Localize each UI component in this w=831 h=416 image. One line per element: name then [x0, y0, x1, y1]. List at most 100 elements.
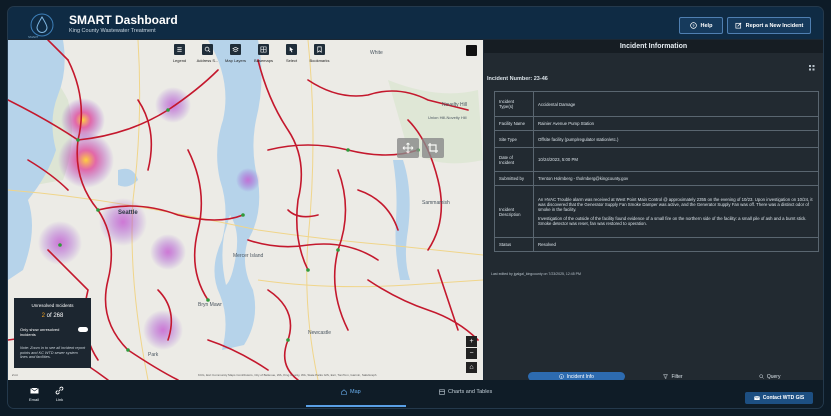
- incident-number: Incident Number: 23-46: [487, 76, 548, 82]
- table-row: Facility Name Rainier Avenue Pump Statio…: [494, 116, 819, 131]
- email-label: Email: [29, 397, 40, 402]
- legend-tool[interactable]: Legend: [167, 44, 192, 70]
- select-tool-label: Select: [285, 58, 298, 63]
- table-row: Status Resolved: [494, 237, 819, 252]
- tab-charts-and-tables[interactable]: Charts and Tables: [439, 389, 492, 395]
- table-row: Incident Type(s) Accidental Damage: [494, 91, 819, 117]
- row-key: Incident Description: [494, 185, 534, 238]
- row-key: Facility Name: [494, 116, 534, 131]
- email-button[interactable]: Email: [29, 386, 39, 402]
- help-icon: ?: [689, 22, 697, 29]
- last-edited-text: Last edited by jgalgal_kingcounty on 7/2…: [491, 272, 581, 276]
- home-icon[interactable]: ⌂: [466, 362, 477, 373]
- row-value: Resolved: [533, 237, 819, 252]
- zoom-in-icon[interactable]: +: [466, 336, 477, 347]
- row-value: Offsite facility (pump/regulator station…: [533, 130, 819, 148]
- table-row: Submitted by Trenton Holmberg - tholmber…: [494, 171, 819, 186]
- map-view[interactable]: Legend Address S... Map Layers Basemaps …: [8, 40, 483, 380]
- tab-charts-label: Charts and Tables: [448, 389, 493, 395]
- row-value: Rainier Avenue Pump Station: [533, 116, 819, 131]
- report-incident-button[interactable]: Report a New Incident: [727, 17, 811, 34]
- help-label: Help: [700, 22, 713, 29]
- row-value: An HVAC Trouble alarm was received at We…: [533, 185, 819, 238]
- basemaps-tool-label: Basemaps: [254, 58, 273, 63]
- active-tab-indicator: [306, 405, 406, 407]
- contact-wtd-gis-button[interactable]: Contact WTD GIS: [745, 392, 813, 404]
- cursor-icon: [289, 46, 294, 53]
- unresolved-toggle-label: Only show unresolved incidents: [20, 327, 60, 337]
- unresolved-current: 2: [41, 313, 45, 319]
- scale-bar: 2 mi: [12, 373, 18, 377]
- home-icon: [341, 389, 347, 395]
- tab-map[interactable]: Map: [341, 389, 361, 395]
- crop-icon[interactable]: [422, 138, 444, 158]
- incident-info-table: Incident Type(s) Accidental Damage Facil…: [494, 91, 819, 252]
- list-icon: [177, 47, 182, 52]
- svg-text:?: ?: [692, 23, 695, 28]
- map-label-newcastle: Newcastle: [308, 330, 332, 336]
- legend-tool-label: Legend: [172, 58, 187, 63]
- email-icon: [29, 387, 39, 394]
- address-search-tool[interactable]: Address S...: [195, 44, 220, 70]
- tab-filter-label: Filter: [671, 373, 683, 380]
- map-label-seattle: Seattle: [118, 210, 138, 216]
- address-search-tool-label: Address S...: [196, 58, 219, 63]
- email-icon: [753, 396, 760, 400]
- tab-map-label: Map: [350, 389, 361, 395]
- unresolved-incidents-widget: Unresolved Incidents 2 of 268 Only show …: [14, 298, 91, 368]
- zoom-out-icon[interactable]: −: [466, 348, 477, 359]
- row-key: Incident Type(s): [494, 91, 534, 117]
- map-label-sammamish: Sammamish: [422, 200, 450, 206]
- help-button[interactable]: ? Help: [679, 17, 723, 34]
- unresolved-count: 2 of 268: [14, 313, 91, 319]
- table-row: Date of Incident 10/24/2023, 5:00 PM: [494, 147, 819, 172]
- map-layers-tool[interactable]: Map Layers: [223, 44, 248, 70]
- incident-panel: Incident Information Incident Number: 23…: [484, 40, 823, 381]
- row-key: Submitted by: [494, 171, 534, 186]
- map-layers-tool-label: Map Layers: [225, 58, 246, 63]
- map-label-white: White: [370, 50, 383, 56]
- row-value: Trenton Holmberg - tholmberg@kingcounty.…: [533, 171, 819, 186]
- expand-icon[interactable]: [466, 45, 477, 56]
- panel-title: Incident Information: [619, 43, 688, 50]
- description-paragraph: Investigation of the outside of the faci…: [538, 215, 807, 226]
- move-icon[interactable]: [397, 138, 419, 158]
- search-icon: [759, 374, 764, 379]
- filter-icon: [663, 374, 669, 379]
- bookmarks-tool-label: Bookmarks: [309, 58, 330, 63]
- grid-icon: [260, 46, 267, 53]
- panel-header: Incident Information: [484, 40, 823, 53]
- tab-incident-info-label: Incident Info: [566, 373, 594, 380]
- map-label-bryn-mawr: Bryn Mawr: [198, 302, 222, 308]
- unresolved-title: Unresolved Incidents: [31, 303, 74, 308]
- description-paragraph: An HVAC Trouble alarm was received at We…: [538, 196, 813, 213]
- tab-query-label: Query: [766, 373, 781, 380]
- footer-bar: Email Link Map Charts and Tables Contact…: [8, 380, 823, 408]
- bookmarks-tool[interactable]: Bookmarks: [307, 44, 332, 70]
- link-icon: [55, 386, 64, 395]
- map-attribution: KCG, Esri Community Maps Contributors, C…: [198, 373, 377, 377]
- unresolved-toggle-switch[interactable]: [78, 327, 88, 332]
- link-label: Link: [55, 397, 64, 402]
- row-value: 10/24/2023, 5:00 PM: [533, 147, 819, 172]
- bookmark-icon: [317, 46, 322, 53]
- app-header: SMART SMART Dashboard King County Wastew…: [8, 7, 823, 39]
- table-row: Site Type Offsite facility (pump/regulat…: [494, 130, 819, 148]
- unresolved-total: of 268: [46, 313, 64, 319]
- row-key: Date of Incident: [494, 147, 534, 172]
- unresolved-note: Note: Zoom in to see all incident report…: [20, 346, 86, 360]
- map-toolbar: Legend Address S... Map Layers Basemaps …: [167, 44, 332, 70]
- map-label-novelty-hill: Novelty Hill: [442, 102, 468, 108]
- search-icon: [204, 46, 211, 53]
- row-key: Status: [494, 237, 534, 252]
- logo-text: SMART: [28, 35, 39, 39]
- apps-grid-icon[interactable]: [809, 65, 815, 71]
- select-tool[interactable]: Select: [279, 44, 304, 70]
- app-title: SMART Dashboard: [69, 13, 178, 27]
- edit-icon: [735, 22, 742, 29]
- row-key: Site Type: [494, 130, 534, 148]
- link-button[interactable]: Link: [55, 386, 64, 402]
- info-icon: [558, 374, 564, 379]
- report-label: Report a New Incident: [745, 22, 804, 29]
- basemaps-tool[interactable]: Basemaps: [251, 44, 276, 70]
